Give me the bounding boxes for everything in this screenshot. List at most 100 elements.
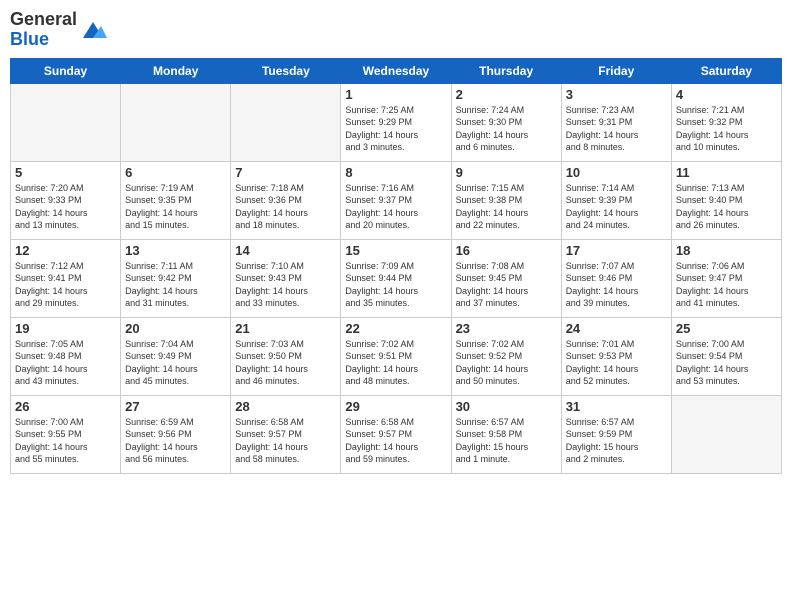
day-cell-11: 11 Sunrise: 7:13 AM Sunset: 9:40 PM Dayli… [671, 161, 781, 239]
weekday-header-saturday: Saturday [671, 58, 781, 83]
day-cell-30: 30 Sunrise: 6:57 AM Sunset: 9:58 PM Dayli… [451, 395, 561, 473]
day-cell-15: 15 Sunrise: 7:09 AM Sunset: 9:44 PM Dayli… [341, 239, 451, 317]
day-cell-21: 21 Sunrise: 7:03 AM Sunset: 9:50 PM Dayli… [231, 317, 341, 395]
empty-cell [671, 395, 781, 473]
day-number-7: 7 [235, 165, 336, 180]
day-number-29: 29 [345, 399, 446, 414]
day-info-14: Sunrise: 7:10 AM Sunset: 9:43 PM Dayligh… [235, 260, 336, 310]
empty-cell [11, 83, 121, 161]
day-number-27: 27 [125, 399, 226, 414]
day-cell-8: 8 Sunrise: 7:16 AM Sunset: 9:37 PM Daylig… [341, 161, 451, 239]
day-info-29: Sunrise: 6:58 AM Sunset: 9:57 PM Dayligh… [345, 416, 446, 466]
week-row-2: 5Sunrise: 7:20 AM Sunset: 9:33 PM Daylig… [11, 161, 782, 239]
day-info-19: Sunrise: 7:05 AM Sunset: 9:48 PM Dayligh… [15, 338, 116, 388]
empty-cell [121, 83, 231, 161]
day-cell-12: 12 Sunrise: 7:12 AM Sunset: 9:41 PM Dayli… [11, 239, 121, 317]
day-number-30: 30 [456, 399, 557, 414]
day-info-23: Sunrise: 7:02 AM Sunset: 9:52 PM Dayligh… [456, 338, 557, 388]
day-cell-2: 2Sunrise: 7:24 AM Sunset: 9:30 PM Daylig… [451, 83, 561, 161]
day-number-6: 6 [125, 165, 226, 180]
day-info-24: Sunrise: 7:01 AM Sunset: 9:53 PM Dayligh… [566, 338, 667, 388]
day-number-14: 14 [235, 243, 336, 258]
week-row-5: 26Sunrise: 7:00 AM Sunset: 9:55 PM Dayli… [11, 395, 782, 473]
day-info-13: Sunrise: 7:11 AM Sunset: 9:42 PM Dayligh… [125, 260, 226, 310]
weekday-header-monday: Monday [121, 58, 231, 83]
empty-cell [231, 83, 341, 161]
day-info-9: Sunrise: 7:15 AM Sunset: 9:38 PM Dayligh… [456, 182, 557, 232]
day-info-4: Sunrise: 7:21 AM Sunset: 9:32 PM Dayligh… [676, 104, 777, 154]
day-info-25: Sunrise: 7:00 AM Sunset: 9:54 PM Dayligh… [676, 338, 777, 388]
day-cell-6: 6 Sunrise: 7:19 AM Sunset: 9:35 PM Daylig… [121, 161, 231, 239]
day-cell-14: 14 Sunrise: 7:10 AM Sunset: 9:43 PM Dayli… [231, 239, 341, 317]
day-info-26: Sunrise: 7:00 AM Sunset: 9:55 PM Dayligh… [15, 416, 116, 466]
day-number-15: 15 [345, 243, 446, 258]
day-number-23: 23 [456, 321, 557, 336]
logo: General Blue [10, 10, 107, 50]
day-cell-22: 22 Sunrise: 7:02 AM Sunset: 9:51 PM Dayli… [341, 317, 451, 395]
day-info-20: Sunrise: 7:04 AM Sunset: 9:49 PM Dayligh… [125, 338, 226, 388]
day-number-20: 20 [125, 321, 226, 336]
calendar-page: General Blue SundayMondayTuesdayWednesda… [0, 0, 792, 612]
day-cell-19: 19 Sunrise: 7:05 AM Sunset: 9:48 PM Dayli… [11, 317, 121, 395]
day-cell-24: 24Sunrise: 7:01 AM Sunset: 9:53 PM Dayli… [561, 317, 671, 395]
day-info-17: Sunrise: 7:07 AM Sunset: 9:46 PM Dayligh… [566, 260, 667, 310]
day-number-22: 22 [345, 321, 446, 336]
day-cell-26: 26Sunrise: 7:00 AM Sunset: 9:55 PM Dayli… [11, 395, 121, 473]
day-info-11: Sunrise: 7:13 AM Sunset: 9:40 PM Dayligh… [676, 182, 777, 232]
day-cell-7: 7 Sunrise: 7:18 AM Sunset: 9:36 PM Daylig… [231, 161, 341, 239]
weekday-header-row: SundayMondayTuesdayWednesdayThursdayFrid… [11, 58, 782, 83]
day-info-7: Sunrise: 7:18 AM Sunset: 9:36 PM Dayligh… [235, 182, 336, 232]
day-info-21: Sunrise: 7:03 AM Sunset: 9:50 PM Dayligh… [235, 338, 336, 388]
day-cell-28: 28 Sunrise: 6:58 AM Sunset: 9:57 PM Dayli… [231, 395, 341, 473]
day-cell-4: 4Sunrise: 7:21 AM Sunset: 9:32 PM Daylig… [671, 83, 781, 161]
day-cell-29: 29 Sunrise: 6:58 AM Sunset: 9:57 PM Dayli… [341, 395, 451, 473]
day-number-19: 19 [15, 321, 116, 336]
day-info-3: Sunrise: 7:23 AM Sunset: 9:31 PM Dayligh… [566, 104, 667, 154]
day-number-10: 10 [566, 165, 667, 180]
day-info-8: Sunrise: 7:16 AM Sunset: 9:37 PM Dayligh… [345, 182, 446, 232]
day-number-11: 11 [676, 165, 777, 180]
weekday-header-wednesday: Wednesday [341, 58, 451, 83]
day-number-28: 28 [235, 399, 336, 414]
day-number-12: 12 [15, 243, 116, 258]
weekday-header-tuesday: Tuesday [231, 58, 341, 83]
day-info-12: Sunrise: 7:12 AM Sunset: 9:41 PM Dayligh… [15, 260, 116, 310]
day-cell-31: 31Sunrise: 6:57 AM Sunset: 9:59 PM Dayli… [561, 395, 671, 473]
day-info-22: Sunrise: 7:02 AM Sunset: 9:51 PM Dayligh… [345, 338, 446, 388]
day-number-17: 17 [566, 243, 667, 258]
day-cell-13: 13 Sunrise: 7:11 AM Sunset: 9:42 PM Dayli… [121, 239, 231, 317]
day-cell-10: 10 Sunrise: 7:14 AM Sunset: 9:39 PM Dayli… [561, 161, 671, 239]
day-number-8: 8 [345, 165, 446, 180]
day-info-16: Sunrise: 7:08 AM Sunset: 9:45 PM Dayligh… [456, 260, 557, 310]
day-cell-16: 16 Sunrise: 7:08 AM Sunset: 9:45 PM Dayli… [451, 239, 561, 317]
logo-icon [79, 16, 107, 44]
day-cell-1: 1 Sunrise: 7:25 AM Sunset: 9:29 PM Daylig… [341, 83, 451, 161]
day-info-10: Sunrise: 7:14 AM Sunset: 9:39 PM Dayligh… [566, 182, 667, 232]
week-row-3: 12 Sunrise: 7:12 AM Sunset: 9:41 PM Dayli… [11, 239, 782, 317]
day-info-5: Sunrise: 7:20 AM Sunset: 9:33 PM Dayligh… [15, 182, 116, 232]
day-info-1: Sunrise: 7:25 AM Sunset: 9:29 PM Dayligh… [345, 104, 446, 154]
day-cell-3: 3 Sunrise: 7:23 AM Sunset: 9:31 PM Daylig… [561, 83, 671, 161]
day-info-30: Sunrise: 6:57 AM Sunset: 9:58 PM Dayligh… [456, 416, 557, 466]
day-number-13: 13 [125, 243, 226, 258]
day-number-3: 3 [566, 87, 667, 102]
day-number-1: 1 [345, 87, 446, 102]
day-info-15: Sunrise: 7:09 AM Sunset: 9:44 PM Dayligh… [345, 260, 446, 310]
day-info-6: Sunrise: 7:19 AM Sunset: 9:35 PM Dayligh… [125, 182, 226, 232]
day-number-18: 18 [676, 243, 777, 258]
day-info-28: Sunrise: 6:58 AM Sunset: 9:57 PM Dayligh… [235, 416, 336, 466]
calendar-table: SundayMondayTuesdayWednesdayThursdayFrid… [10, 58, 782, 474]
day-number-9: 9 [456, 165, 557, 180]
day-number-21: 21 [235, 321, 336, 336]
day-info-27: Sunrise: 6:59 AM Sunset: 9:56 PM Dayligh… [125, 416, 226, 466]
day-cell-17: 17 Sunrise: 7:07 AM Sunset: 9:46 PM Dayli… [561, 239, 671, 317]
day-info-2: Sunrise: 7:24 AM Sunset: 9:30 PM Dayligh… [456, 104, 557, 154]
day-cell-23: 23 Sunrise: 7:02 AM Sunset: 9:52 PM Dayli… [451, 317, 561, 395]
header: General Blue [10, 10, 782, 50]
day-number-31: 31 [566, 399, 667, 414]
week-row-4: 19 Sunrise: 7:05 AM Sunset: 9:48 PM Dayli… [11, 317, 782, 395]
day-info-18: Sunrise: 7:06 AM Sunset: 9:47 PM Dayligh… [676, 260, 777, 310]
day-cell-27: 27 Sunrise: 6:59 AM Sunset: 9:56 PM Dayli… [121, 395, 231, 473]
day-number-16: 16 [456, 243, 557, 258]
week-row-1: 1 Sunrise: 7:25 AM Sunset: 9:29 PM Daylig… [11, 83, 782, 161]
